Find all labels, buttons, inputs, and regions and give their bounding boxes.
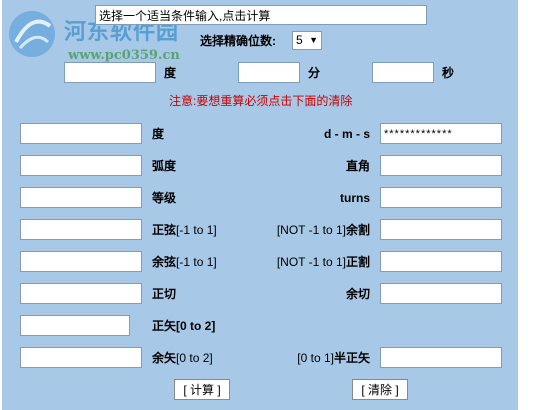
haversine-input[interactable]: [380, 347, 502, 368]
sine-label: 正弦[-1 to 1]: [152, 222, 217, 238]
watermark-url: www.pc0359.cn: [68, 48, 180, 63]
haversine-label: [0 to 1]半正矢: [240, 350, 370, 366]
tangent-label: 正切: [152, 287, 177, 301]
coversine-range: [0 to 2]: [176, 351, 213, 365]
sine-label-text: 正弦: [152, 223, 177, 237]
grade-input[interactable]: [20, 187, 142, 208]
coversine-label: 余矢[0 to 2]: [152, 350, 213, 366]
dms-second-label: 秒: [442, 66, 455, 80]
calculate-button[interactable]: [ 计算 ]: [174, 379, 230, 400]
reset-note: 注意:要想重算必须点击下面的清除: [169, 94, 353, 108]
degree-label: 度: [152, 127, 165, 141]
cosine-range: [-1 to 1]: [176, 255, 217, 269]
right-angle-input[interactable]: [380, 155, 502, 176]
cosecant-range: [NOT -1 to 1]: [276, 223, 346, 237]
turns-input[interactable]: [380, 187, 502, 208]
sine-range: [-1 to 1]: [176, 223, 217, 237]
coversine-input[interactable]: [20, 347, 142, 368]
dms-minute-label: 分: [308, 66, 321, 80]
radian-input[interactable]: [20, 155, 142, 176]
cosine-input[interactable]: [20, 251, 142, 272]
right-angle-label: 直角: [345, 159, 370, 173]
cosecant-input[interactable]: [380, 219, 502, 240]
chevron-down-icon: ▼: [309, 35, 318, 45]
calculator-panel: 河东软件园 www.pc0359.cn 选择精确位数: 5 ▼ 度 分 秒 注意…: [2, 0, 518, 410]
secant-range: [NOT -1 to 1]: [276, 255, 346, 269]
cosecant-label: [NOT -1 to 1]余割: [240, 222, 370, 238]
dms-degree-label: 度: [164, 66, 177, 80]
dms-second-input[interactable]: [372, 62, 434, 83]
versine-label: 正矢[0 to 2]: [152, 319, 216, 333]
clear-button[interactable]: [ 清除 ]: [352, 379, 408, 400]
cotangent-input[interactable]: [380, 283, 502, 304]
instruction-field[interactable]: [95, 5, 427, 25]
dms-degree-input[interactable]: [64, 62, 156, 83]
haversine-range: [0 to 1]: [297, 351, 334, 365]
degree-input[interactable]: [20, 123, 142, 144]
haversine-label-text: 半正矢: [333, 351, 370, 365]
cosine-label: 余弦[-1 to 1]: [152, 254, 217, 270]
watermark-logo-icon: [6, 8, 58, 60]
cosine-label-text: 余弦: [152, 255, 177, 269]
versine-input[interactable]: [20, 315, 130, 336]
dms-minute-input[interactable]: [238, 62, 300, 83]
precision-select[interactable]: 5 ▼: [292, 31, 322, 50]
cosecant-label-text: 余割: [345, 223, 370, 237]
cotangent-label: 余切: [345, 287, 370, 301]
precision-selected-value: 5: [296, 33, 303, 47]
turns-label: turns: [340, 191, 370, 205]
tangent-input[interactable]: [20, 283, 142, 304]
sine-input[interactable]: [20, 219, 142, 240]
secant-label-text: 正割: [345, 255, 370, 269]
dms-output[interactable]: [380, 123, 502, 144]
secant-input[interactable]: [380, 251, 502, 272]
radian-label: 弧度: [152, 159, 177, 173]
secant-label: [NOT -1 to 1]正割: [240, 254, 370, 270]
dms-label: d - m - s: [323, 127, 370, 141]
coversine-label-text: 余矢: [152, 351, 177, 365]
precision-label: 选择精确位数:: [200, 34, 276, 48]
grade-label: 等级: [152, 191, 177, 205]
